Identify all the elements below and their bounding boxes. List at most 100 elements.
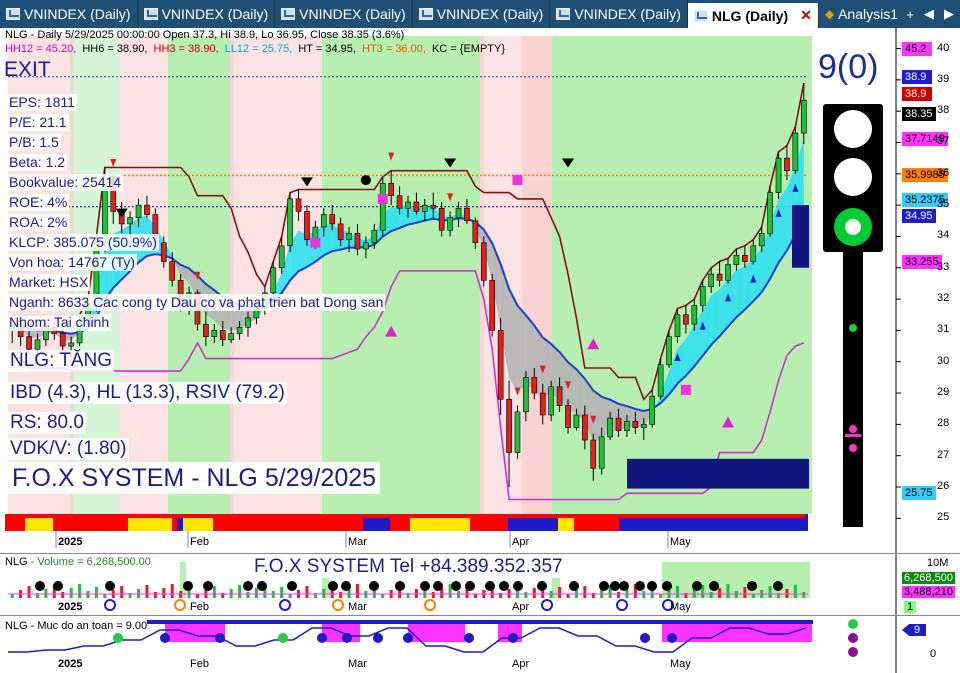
volume-bar <box>120 586 124 598</box>
price-axis-tick: 30 <box>937 354 950 367</box>
candle <box>354 233 361 250</box>
volume-dot <box>35 581 45 591</box>
levels-info: HH12 = 45.20, HH6 = 38.90, HH3 = 38.90, … <box>5 43 508 55</box>
next-tab-icon[interactable]: ▶ <box>944 6 954 22</box>
volume-bar <box>305 586 309 598</box>
candle <box>438 207 445 231</box>
volume-bar <box>195 594 199 598</box>
volume-current-tag: 6,268,500 <box>902 572 955 584</box>
candle <box>363 242 369 250</box>
light-red <box>834 110 872 148</box>
price-axis-tick: 36 <box>937 166 950 179</box>
safety-dot <box>403 633 413 643</box>
volume-dot <box>709 581 719 591</box>
volume-dot <box>53 581 63 591</box>
candle <box>304 211 310 240</box>
volume-bar <box>153 592 157 598</box>
tab-vnindex-5[interactable]: VNINDEX (Daily) <box>550 0 688 28</box>
chart-icon <box>143 8 158 20</box>
candle <box>228 333 234 341</box>
tab-label: VNINDEX (Daily) <box>299 6 406 22</box>
candle <box>26 336 32 350</box>
volume-bar <box>566 594 570 598</box>
safety-legend-dot <box>848 647 858 657</box>
light-dash <box>845 434 861 437</box>
volume-dot <box>692 581 702 591</box>
zone-band <box>522 36 552 514</box>
signal-dot <box>360 175 371 186</box>
candle <box>379 182 386 231</box>
signal-count: 9(0) <box>818 48 879 86</box>
candle <box>371 229 378 244</box>
volume-dot <box>647 581 657 591</box>
candle <box>169 261 176 281</box>
status-strip-top <box>5 514 805 518</box>
candle <box>405 201 411 209</box>
volume-bar <box>743 587 747 598</box>
tab-label: VNINDEX (Daily) <box>574 6 681 22</box>
candle <box>506 399 512 453</box>
volume-dot <box>433 581 443 591</box>
safety-dot <box>278 633 288 643</box>
exit-signal-label: EXIT <box>4 58 51 81</box>
volume-dot <box>610 581 620 591</box>
volume-dot <box>257 581 267 591</box>
price-chart-panel[interactable]: NLG - Daily 5/29/2025 00:00:00 Open 37.3… <box>0 28 960 553</box>
fundamental-item: Von hoa: 14767 (Ty) <box>7 254 138 271</box>
prev-tab-icon[interactable]: ◀ <box>924 6 934 22</box>
add-tab-icon[interactable]: + <box>906 7 914 22</box>
candle <box>287 198 293 247</box>
candle <box>413 201 420 212</box>
price-tag: 33.255 <box>902 254 942 269</box>
tab-analysis[interactable]: ◆ Analysis1 <box>819 0 906 28</box>
volume-bar <box>709 592 713 598</box>
candle <box>346 233 352 240</box>
candle <box>514 411 521 453</box>
volume-dot <box>341 581 351 591</box>
tab-vnindex-1[interactable]: VNINDEX (Daily) <box>0 0 138 28</box>
tab-vnindex-2[interactable]: VNINDEX (Daily) <box>138 0 276 28</box>
volume-bar <box>718 588 722 598</box>
safety-panel[interactable]: NLG - Muc do an toan = 9.00 9 0 2025 Feb M… <box>0 615 960 673</box>
candle <box>775 157 782 193</box>
volume-header: NLG - Volume = 6,268,500.00 <box>5 556 151 568</box>
safety-header: NLG - Muc do an toan = 9.00 <box>5 620 148 632</box>
tab-navigation: + ◀ ▶ <box>900 0 960 28</box>
tab-nlg[interactable]: NLG (Daily) ✕ <box>687 3 819 28</box>
price-tag: 45.2 <box>902 41 932 56</box>
safety-dot <box>342 633 352 643</box>
candle <box>657 364 664 397</box>
safety-dot <box>640 633 650 643</box>
close-icon[interactable]: ✕ <box>800 7 812 24</box>
zone-band <box>322 36 420 514</box>
chart-icon <box>418 8 433 20</box>
candle <box>691 305 698 325</box>
month-label: Mar <box>348 658 367 670</box>
volume-bar <box>288 594 292 598</box>
price-axis-tick: 38 <box>937 104 950 117</box>
candle <box>135 204 142 218</box>
candle <box>607 417 613 438</box>
level-ht: HT = 34.95, <box>298 43 356 55</box>
volume-axis-top: 10M <box>927 557 949 569</box>
tab-vnindex-3[interactable]: VNINDEX (Daily) <box>275 0 413 28</box>
volume-bar <box>69 588 73 598</box>
tab-vnindex-4[interactable]: VNINDEX (Daily) <box>413 0 551 28</box>
price-axis-tick: 33 <box>937 260 950 273</box>
light-dot <box>849 425 857 433</box>
candle <box>683 314 689 325</box>
volume-dot <box>465 581 475 591</box>
candle <box>489 280 496 331</box>
chart-icon <box>693 9 708 22</box>
volume-dot <box>287 581 297 591</box>
volume-panel[interactable]: NLG - Volume = 6,268,500.00 F.O.X SYSTEM… <box>0 553 960 616</box>
safety-dot <box>373 633 383 643</box>
fundamental-item: Beta: 1.2 <box>7 154 68 171</box>
summary-item: VDK/V: (1.80) <box>8 438 129 460</box>
candle <box>539 392 546 416</box>
candle <box>598 436 605 469</box>
candle <box>716 273 723 281</box>
signal-ring <box>104 599 116 611</box>
zone-band <box>420 36 480 514</box>
tab-label: VNINDEX (Daily) <box>24 6 131 22</box>
